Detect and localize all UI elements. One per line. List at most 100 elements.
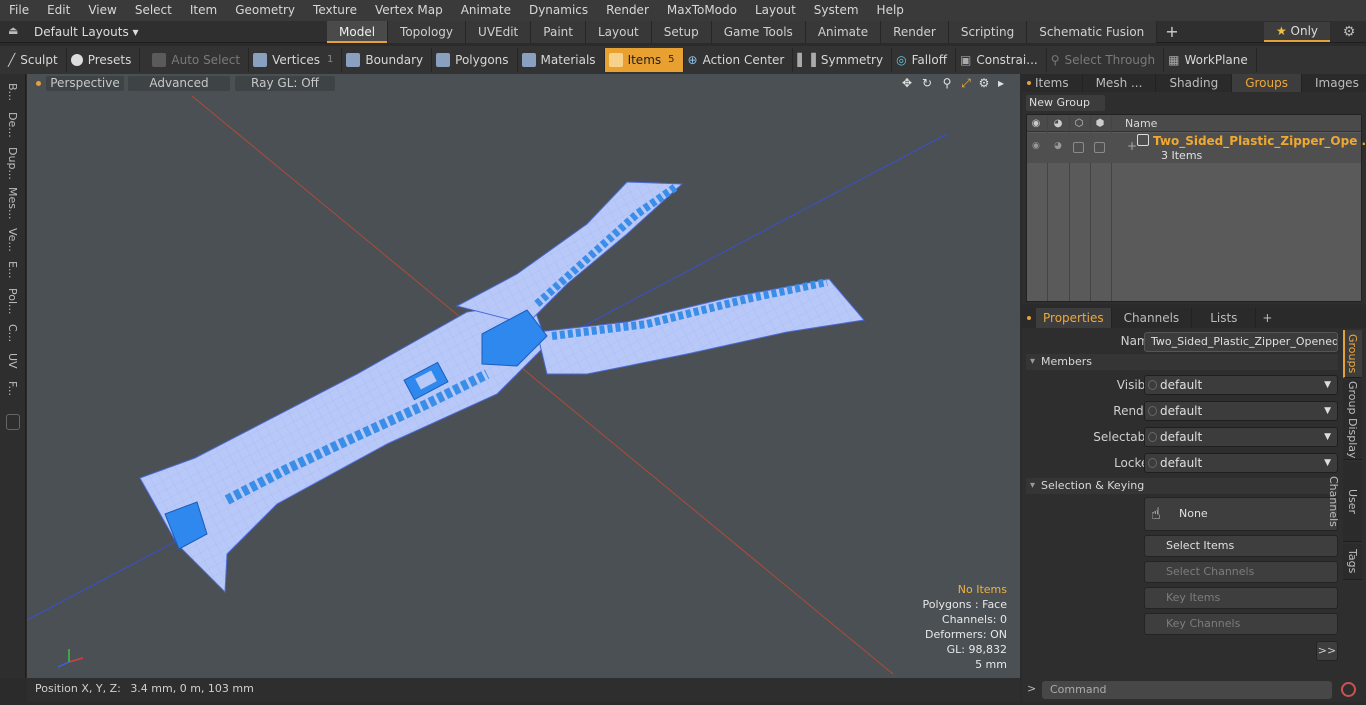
symmetry-button[interactable]: ▌▐ Symmetry bbox=[793, 48, 893, 72]
strip-fusion[interactable]: F... bbox=[3, 376, 21, 402]
perspective-button[interactable]: Perspective bbox=[46, 76, 124, 91]
render-icon[interactable]: ◕ bbox=[1051, 117, 1065, 130]
strip-uv[interactable]: UV bbox=[3, 348, 21, 374]
menu-dynamics[interactable]: Dynamics bbox=[520, 0, 597, 21]
vertices-button[interactable]: Vertices 1 bbox=[249, 48, 343, 72]
menu-maxtomodo[interactable]: MaxToModo bbox=[658, 0, 746, 21]
move-icon[interactable]: ✥ bbox=[900, 76, 914, 90]
members-section[interactable]: Members bbox=[1026, 354, 1338, 370]
lock-icon[interactable]: ⬢ bbox=[1093, 117, 1107, 130]
key-items-button[interactable]: Key Items bbox=[1144, 587, 1338, 609]
play-icon[interactable]: ▸ bbox=[994, 76, 1008, 90]
home-icon[interactable]: ⏏ bbox=[8, 25, 20, 37]
select-through-button[interactable]: ⚲ Select Through bbox=[1047, 48, 1165, 72]
viewport-gear-icon[interactable]: ⚙ bbox=[977, 76, 991, 90]
strip-deform[interactable]: De... bbox=[3, 108, 21, 142]
strip-curve[interactable]: C... bbox=[3, 320, 21, 346]
menu-system[interactable]: System bbox=[805, 0, 868, 21]
zoom-icon[interactable]: ⚲ bbox=[940, 76, 954, 90]
menu-layout[interactable]: Layout bbox=[746, 0, 805, 21]
none-button[interactable]: ☝ None bbox=[1144, 497, 1338, 531]
tab-images[interactable]: Images bbox=[1302, 74, 1366, 92]
tab-paint[interactable]: Paint bbox=[531, 21, 586, 43]
strip-mesh-edit[interactable]: Mes... bbox=[3, 184, 21, 222]
add-props-tab-icon[interactable]: + bbox=[1256, 308, 1278, 328]
menu-help[interactable]: Help bbox=[868, 0, 913, 21]
tab-lists[interactable]: Lists bbox=[1192, 308, 1257, 328]
auto-select-button[interactable]: Auto Select bbox=[148, 48, 250, 72]
eye-icon[interactable]: ◉ bbox=[1029, 117, 1043, 130]
side-tab-tags[interactable]: Tags bbox=[1343, 544, 1362, 580]
expand-icon[interactable]: + bbox=[1127, 139, 1137, 153]
rotate-icon[interactable]: ↻ bbox=[920, 76, 934, 90]
menu-select[interactable]: Select bbox=[126, 0, 181, 21]
tab-render[interactable]: Render bbox=[881, 21, 949, 43]
more-button[interactable]: >> bbox=[1316, 641, 1338, 661]
tab-model[interactable]: Model bbox=[327, 21, 389, 43]
tab-groups[interactable]: Groups bbox=[1232, 74, 1302, 92]
row-eye-icon[interactable]: ◉ bbox=[1032, 141, 1040, 151]
menu-edit[interactable]: Edit bbox=[38, 0, 79, 21]
selection-keying-section[interactable]: Selection & Keying bbox=[1026, 478, 1338, 494]
advanced-button[interactable]: Advanced bbox=[128, 76, 230, 91]
constraints-button[interactable]: ▣ Constrai... bbox=[956, 48, 1047, 72]
visible-dropdown[interactable]: default ▼ bbox=[1144, 375, 1338, 395]
tab-layout[interactable]: Layout bbox=[585, 21, 652, 43]
layouts-dropdown[interactable]: Default Layouts ▾ bbox=[34, 21, 139, 43]
row-select-checkbox[interactable] bbox=[1073, 142, 1084, 153]
maximize-icon[interactable]: ⤢ bbox=[959, 76, 973, 90]
menu-geometry[interactable]: Geometry bbox=[226, 0, 304, 21]
falloff-button[interactable]: ◎ Falloff bbox=[892, 48, 956, 72]
side-tab-user-channels[interactable]: User Channels bbox=[1327, 462, 1362, 542]
gear-icon[interactable]: ⚙ bbox=[1340, 23, 1358, 41]
strip-vertex[interactable]: Ve... bbox=[3, 224, 21, 256]
select-channels-button[interactable]: Select Channels bbox=[1144, 561, 1338, 583]
polygons-button[interactable]: Polygons bbox=[432, 48, 518, 72]
strip-polygon[interactable]: Pol... bbox=[3, 284, 21, 318]
items-button[interactable]: Items 5 bbox=[604, 48, 684, 72]
strip-toggle-icon[interactable] bbox=[6, 414, 20, 430]
menu-texture[interactable]: Texture bbox=[304, 0, 366, 21]
group-row[interactable]: ◉ ◕ + Two_Sided_Plastic_Zipper_Ope ... 3… bbox=[1027, 133, 1366, 163]
row-lock-checkbox[interactable] bbox=[1094, 142, 1105, 153]
sculpt-button[interactable]: ╱ Sculpt bbox=[4, 48, 67, 72]
tab-animate[interactable]: Animate bbox=[805, 21, 882, 43]
locked-dropdown[interactable]: default ▼ bbox=[1144, 453, 1338, 473]
materials-button[interactable]: Materials bbox=[518, 48, 605, 72]
3d-viewport[interactable]: Perspective Advanced Ray GL: Off ✥ ↻ ⚲ ⤢… bbox=[27, 74, 1020, 678]
strip-basic[interactable]: B... bbox=[3, 78, 21, 106]
viewport-menu-dot[interactable] bbox=[36, 81, 41, 86]
action-center-button[interactable]: ⊕ Action Center bbox=[684, 48, 794, 72]
strip-duplicate[interactable]: Dup... bbox=[3, 144, 21, 182]
key-channels-button[interactable]: Key Channels bbox=[1144, 613, 1338, 635]
tab-items[interactable]: Items bbox=[1022, 74, 1083, 92]
group-name-field[interactable]: Two_Sided_Plastic_Zipper_Opened_Bl bbox=[1144, 332, 1338, 352]
props-menu-dot[interactable] bbox=[1022, 308, 1036, 328]
tab-setup[interactable]: Setup bbox=[651, 21, 712, 43]
tab-topology[interactable]: Topology bbox=[388, 21, 467, 43]
menu-file[interactable]: File bbox=[0, 0, 38, 21]
menu-item[interactable]: Item bbox=[181, 0, 226, 21]
add-tab-icon[interactable]: + bbox=[1157, 21, 1186, 43]
tab-schematic-fusion[interactable]: Schematic Fusion bbox=[1027, 21, 1158, 43]
workplane-button[interactable]: ▦ WorkPlane bbox=[1164, 48, 1257, 72]
tab-properties[interactable]: Properties bbox=[1036, 308, 1112, 328]
new-group-button[interactable]: New Group bbox=[1026, 95, 1105, 111]
selectable-dropdown[interactable]: default ▼ bbox=[1144, 427, 1338, 447]
menu-animate[interactable]: Animate bbox=[452, 0, 520, 21]
row-render-icon[interactable]: ◕ bbox=[1054, 141, 1062, 151]
tab-game-tools[interactable]: Game Tools bbox=[711, 21, 806, 43]
presets-button[interactable]: Presets bbox=[67, 48, 141, 72]
record-icon[interactable] bbox=[1341, 682, 1356, 697]
strip-edge[interactable]: E... bbox=[3, 258, 21, 282]
tab-shading[interactable]: Shading bbox=[1156, 74, 1233, 92]
side-tab-group-display[interactable]: Group Display bbox=[1343, 380, 1362, 460]
boundary-button[interactable]: Boundary bbox=[342, 48, 433, 72]
command-input[interactable]: Command bbox=[1042, 681, 1332, 699]
select-items-button[interactable]: Select Items bbox=[1144, 535, 1338, 557]
tab-channels[interactable]: Channels bbox=[1112, 308, 1193, 328]
only-toggle[interactable]: ★ Only bbox=[1264, 22, 1330, 42]
side-tab-groups[interactable]: Groups bbox=[1343, 330, 1362, 378]
tab-mesh[interactable]: Mesh ... bbox=[1083, 74, 1157, 92]
ray-gl-button[interactable]: Ray GL: Off bbox=[235, 76, 335, 91]
